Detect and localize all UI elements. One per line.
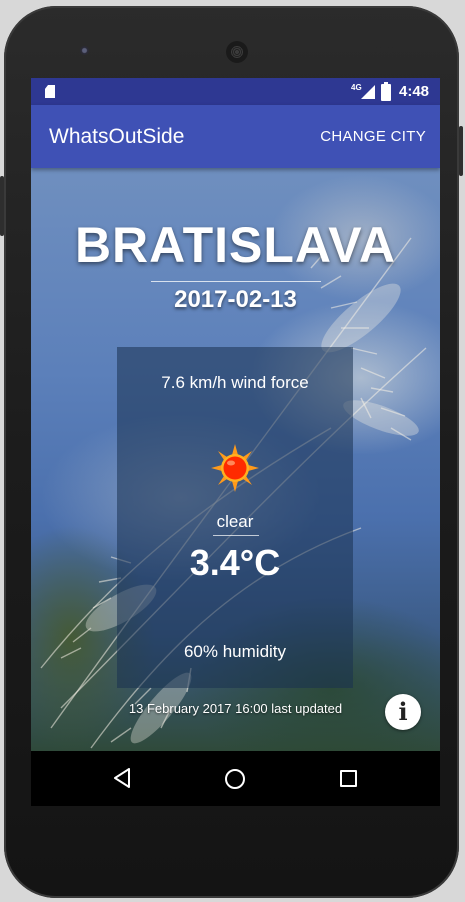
screen: 4G 4:48 WhatsOutSide CHANGE CITY BRATISL…	[31, 78, 440, 806]
home-icon[interactable]	[225, 769, 245, 789]
city-divider	[151, 281, 321, 282]
city-name: BRATISLAVA	[74, 217, 397, 273]
change-city-button[interactable]: CHANGE CITY	[320, 128, 426, 145]
sun-icon	[211, 444, 259, 492]
app-bar: WhatsOutSide CHANGE CITY	[31, 105, 440, 168]
battery-icon	[381, 82, 391, 101]
back-icon[interactable]	[113, 768, 131, 788]
volume-button	[0, 176, 4, 236]
info-button[interactable]: i	[385, 694, 421, 730]
temperature: 3.4°C	[189, 542, 281, 583]
status-bar: 4G 4:48	[31, 78, 440, 105]
weather-condition: clear	[216, 512, 254, 531]
app-title: WhatsOutSide	[49, 125, 185, 148]
sd-card-icon	[45, 85, 55, 98]
weather-content: BRATISLAVA 2017-02-13 7.6 km/h wind forc…	[31, 168, 440, 751]
phone-frame: 4G 4:48 WhatsOutSide CHANGE CITY BRATISL…	[0, 6, 463, 898]
recents-icon[interactable]	[340, 770, 357, 787]
last-updated: 13 February 2017 16:00 last updated	[128, 701, 343, 716]
wind-force: 7.6 km/h wind force	[161, 373, 309, 392]
status-time: 4:48	[399, 83, 430, 100]
navigation-bar	[31, 751, 440, 806]
proximity-sensor	[375, 47, 381, 53]
info-icon: i	[398, 697, 408, 726]
weather-card: 7.6 km/h wind force clear 3.4°C 60% humi…	[117, 347, 353, 688]
power-button	[459, 126, 463, 176]
signal-icon	[361, 85, 375, 99]
light-sensor	[387, 47, 393, 53]
humidity: 60% humidity	[183, 642, 287, 661]
condition-divider	[213, 535, 259, 536]
forecast-date: 2017-02-13	[174, 286, 297, 313]
earpiece-speaker	[226, 41, 248, 63]
front-camera	[80, 46, 89, 55]
